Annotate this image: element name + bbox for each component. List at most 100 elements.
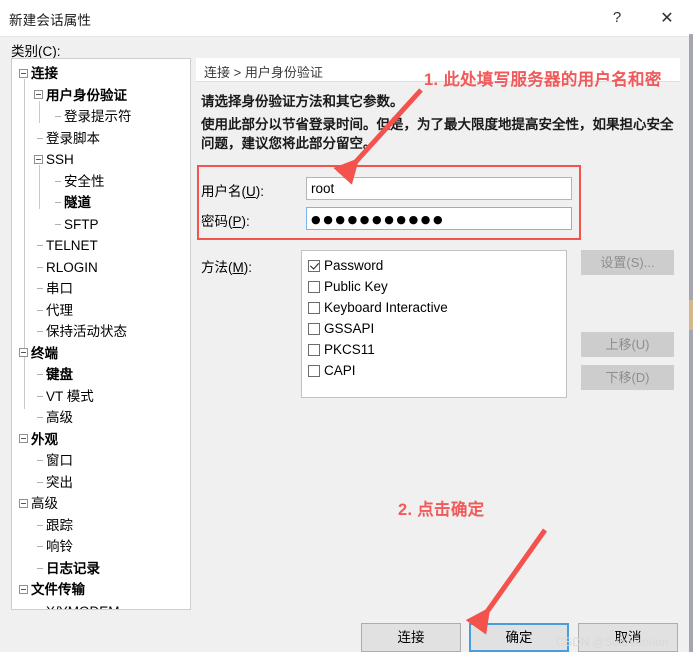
window-title: 新建会话属性 — [9, 9, 91, 29]
tree-item-label: 安全性 — [64, 171, 105, 193]
close-icon[interactable]: ✕ — [645, 0, 689, 35]
tree-item-13[interactable]: 终端 — [12, 343, 190, 365]
tree-item-label: 保持活动状态 — [46, 321, 127, 343]
new-session-properties-dialog: 新建会话属性 ? ✕ 类别(C): 连接用户身份验证登录提示符登录脚本SSH安全… — [0, 0, 693, 652]
annotation-highlight-box — [197, 165, 581, 240]
checkbox-unchecked-icon[interactable] — [308, 323, 320, 335]
tree-item-23[interactable]: 日志记录 — [12, 558, 190, 580]
tree-item-label: 日志记录 — [46, 558, 100, 580]
tree-item-label: 响铃 — [46, 536, 73, 558]
category-tree-panel[interactable]: 连接用户身份验证登录提示符登录脚本SSH安全性隧道SFTPTELNETRLOGI… — [11, 58, 191, 610]
tree-collapse-icon[interactable] — [34, 155, 43, 164]
watermark: CSDN @SoloVersion — [556, 637, 668, 649]
method-label: GSSAPI — [324, 321, 374, 336]
tree-item-label: 代理 — [46, 300, 73, 322]
tree-item-label: 终端 — [31, 343, 58, 365]
checkbox-unchecked-icon[interactable] — [308, 365, 320, 377]
tree-item-label: 窗口 — [46, 450, 73, 472]
tree-item-label: SFTP — [64, 214, 99, 236]
move-down-button[interactable]: 下移(D) — [581, 365, 674, 390]
tree-item-label: 连接 — [31, 63, 58, 85]
method-item-0[interactable]: Password — [308, 255, 566, 276]
tree-item-14[interactable]: 键盘 — [12, 364, 190, 386]
tree-item-label: 跟踪 — [46, 515, 73, 537]
category-tree[interactable]: 连接用户身份验证登录提示符登录脚本SSH安全性隧道SFTPTELNETRLOGI… — [12, 59, 190, 610]
method-label: PKCS11 — [324, 342, 375, 357]
tree-item-0[interactable]: 连接 — [12, 63, 190, 85]
tree-item-7[interactable]: SFTP — [12, 214, 190, 236]
tree-item-10[interactable]: 串口 — [12, 278, 190, 300]
tree-item-2[interactable]: 登录提示符 — [12, 106, 190, 128]
tree-item-6[interactable]: 隧道 — [12, 192, 190, 214]
tree-item-5[interactable]: 安全性 — [12, 171, 190, 193]
methods-list[interactable]: Password Public Key Keyboard Interactive GS… — [301, 250, 567, 398]
tree-item-label: RLOGIN — [46, 257, 98, 279]
tree-collapse-icon[interactable] — [19, 585, 28, 594]
annotation-step1-text: 1. 此处填写服务器的用户名和密 — [424, 66, 662, 90]
tree-item-label: SSH — [46, 149, 74, 171]
settings-content-panel: 连接 > 用户身份验证 请选择身份验证方法和其它参数。 使用此部分以节省登录时间… — [196, 58, 684, 610]
help-icon[interactable]: ? — [595, 0, 639, 35]
method-item-3[interactable]: GSSAPI — [308, 318, 566, 339]
tree-item-22[interactable]: 响铃 — [12, 536, 190, 558]
tree-item-12[interactable]: 保持活动状态 — [12, 321, 190, 343]
tree-collapse-icon[interactable] — [34, 90, 43, 99]
tree-item-25[interactable]: X/YMODEM — [12, 601, 190, 611]
title-bar: 新建会话属性 ? ✕ — [0, 0, 693, 37]
tree-item-label: 用户身份验证 — [46, 85, 127, 107]
tree-item-20[interactable]: 高级 — [12, 493, 190, 515]
tree-item-label: X/YMODEM — [46, 601, 120, 611]
checkbox-unchecked-icon[interactable] — [308, 281, 320, 293]
method-label: Keyboard Interactive — [324, 300, 448, 315]
tree-item-label: 登录提示符 — [64, 106, 132, 128]
move-up-button[interactable]: 上移(U) — [581, 332, 674, 357]
method-item-5[interactable]: CAPI — [308, 360, 566, 381]
tree-item-label: 文件传输 — [31, 579, 85, 601]
settings-button[interactable]: 设置(S)... — [581, 250, 674, 275]
tree-item-label: 串口 — [46, 278, 73, 300]
tree-item-1[interactable]: 用户身份验证 — [12, 85, 190, 107]
checkbox-unchecked-icon[interactable] — [308, 302, 320, 314]
method-item-1[interactable]: Public Key — [308, 276, 566, 297]
tree-collapse-icon[interactable] — [19, 434, 28, 443]
checkbox-unchecked-icon[interactable] — [308, 344, 320, 356]
tree-item-21[interactable]: 跟踪 — [12, 515, 190, 537]
tree-item-label: 外观 — [31, 429, 58, 451]
tree-item-18[interactable]: 窗口 — [12, 450, 190, 472]
tree-item-19[interactable]: 突出 — [12, 472, 190, 494]
tree-item-8[interactable]: TELNET — [12, 235, 190, 257]
tree-item-label: 突出 — [46, 472, 73, 494]
tree-item-label: 登录脚本 — [46, 128, 100, 150]
tree-item-label: 隧道 — [64, 192, 91, 214]
ok-button[interactable]: 确定 — [469, 623, 569, 652]
tree-collapse-icon[interactable] — [19, 348, 28, 357]
annotation-step2-text: 2. 点击确定 — [398, 496, 484, 520]
tree-item-17[interactable]: 外观 — [12, 429, 190, 451]
tree-collapse-icon[interactable] — [19, 499, 28, 508]
tree-item-label: TELNET — [46, 235, 98, 257]
tree-item-16[interactable]: 高级 — [12, 407, 190, 429]
breadcrumb: 连接 > 用户身份验证 — [204, 62, 323, 81]
method-label: CAPI — [324, 363, 356, 378]
tree-item-24[interactable]: 文件传输 — [12, 579, 190, 601]
tree-item-3[interactable]: 登录脚本 — [12, 128, 190, 150]
window-edge-artifact — [689, 0, 693, 652]
tree-item-11[interactable]: 代理 — [12, 300, 190, 322]
checkbox-checked-icon[interactable] — [308, 260, 320, 272]
tree-item-label: VT 模式 — [46, 386, 94, 408]
method-item-4[interactable]: PKCS11 — [308, 339, 566, 360]
tree-collapse-icon[interactable] — [19, 69, 28, 78]
method-item-2[interactable]: Keyboard Interactive — [308, 297, 566, 318]
tree-item-4[interactable]: SSH — [12, 149, 190, 171]
connect-button[interactable]: 连接 — [361, 623, 461, 652]
method-label: Password — [324, 258, 383, 273]
description-secondary: 使用此部分以节省登录时间。但是，为了最大限度地提高安全性，如果担心安全问题，建议… — [201, 115, 679, 153]
tree-item-9[interactable]: RLOGIN — [12, 257, 190, 279]
tree-item-15[interactable]: VT 模式 — [12, 386, 190, 408]
tree-item-label: 高级 — [46, 407, 73, 429]
tree-item-label: 高级 — [31, 493, 58, 515]
method-label: Public Key — [324, 279, 388, 294]
methods-label: 方法(M): — [201, 256, 252, 276]
category-label: 类别(C): — [11, 40, 61, 60]
tree-item-label: 键盘 — [46, 364, 73, 386]
